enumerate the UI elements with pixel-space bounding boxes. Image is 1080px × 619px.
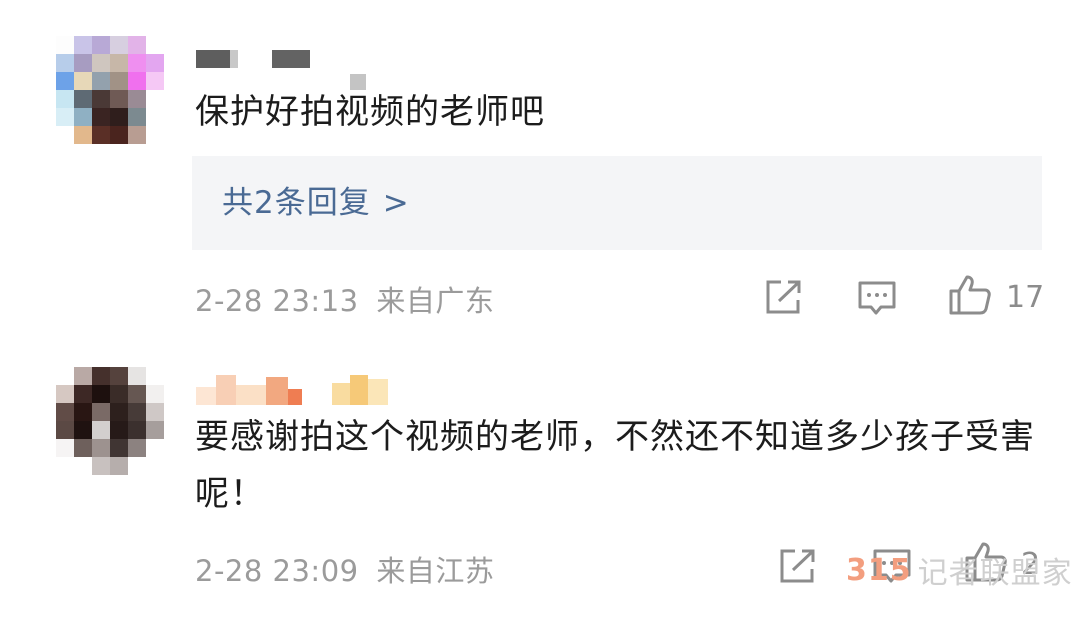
username-blurred[interactable] [196,28,366,90]
comment-icon [858,281,896,315]
replies-label: 共2条回复 [222,185,371,221]
username-blurred[interactable] [196,365,388,405]
comment-text: 保护好拍视频的老师吧 [195,92,545,132]
comment-time: 2-28 23:09 [195,554,359,588]
thumbs-up-icon [949,275,991,315]
share-button[interactable] [778,548,818,584]
comment-location: 来自广东 [376,284,495,318]
share-button[interactable] [764,279,804,315]
chevron-right-icon: > [382,185,410,221]
comment-meta: 2-28 23:09 来自江苏 [195,548,494,590]
avatar[interactable] [56,36,164,144]
share-icon [766,280,801,314]
like-count: 17 [1006,280,1045,315]
like-button[interactable] [948,274,992,316]
replies-box: 共2条回复 > [192,156,1042,250]
share-icon [780,549,815,583]
comment-meta: 2-28 23:13 来自广东 [195,278,494,320]
watermark: 315 记者联盟家 [846,548,1073,592]
comment-time: 2-28 23:13 [195,284,359,318]
comment-item: 保护好拍视频的老师吧 共2条回复 > 2-28 23:13 来自广东 17 [0,0,1080,335]
comment-button[interactable] [857,280,897,318]
view-replies-link[interactable]: 共2条回复 > [222,156,410,250]
watermark-text: 记者联盟家 [917,556,1073,591]
watermark-number: 315 [846,552,912,588]
comment-location: 来自江苏 [376,554,495,588]
comment-text: 要感谢拍这个视频的老师，不然还不知道多少孩子受害呢！ [195,417,1035,514]
avatar[interactable] [56,367,164,475]
